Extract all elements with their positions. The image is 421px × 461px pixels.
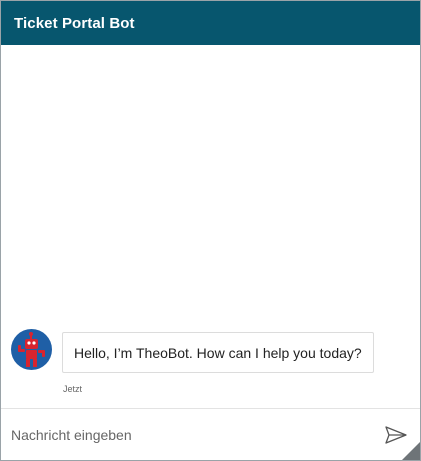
chat-header: Ticket Portal Bot	[1, 1, 420, 45]
message-input[interactable]	[1, 418, 378, 451]
chat-title: Ticket Portal Bot	[14, 14, 135, 32]
message-transcript[interactable]: Hello, I’m TheoBot. How can I help you t…	[1, 45, 420, 407]
chat-window: Ticket Portal Bot Hello, I’m TheoBot. Ho…	[0, 0, 421, 461]
message-timestamp: Jetzt	[63, 384, 83, 394]
message-bubble: Hello, I’m TheoBot. How can I help you t…	[62, 332, 374, 373]
robot-avatar-icon	[11, 329, 52, 370]
bot-message: Hello, I’m TheoBot. How can I help you t…	[11, 329, 374, 373]
message-composer	[1, 408, 420, 460]
resize-grip[interactable]	[402, 442, 420, 460]
